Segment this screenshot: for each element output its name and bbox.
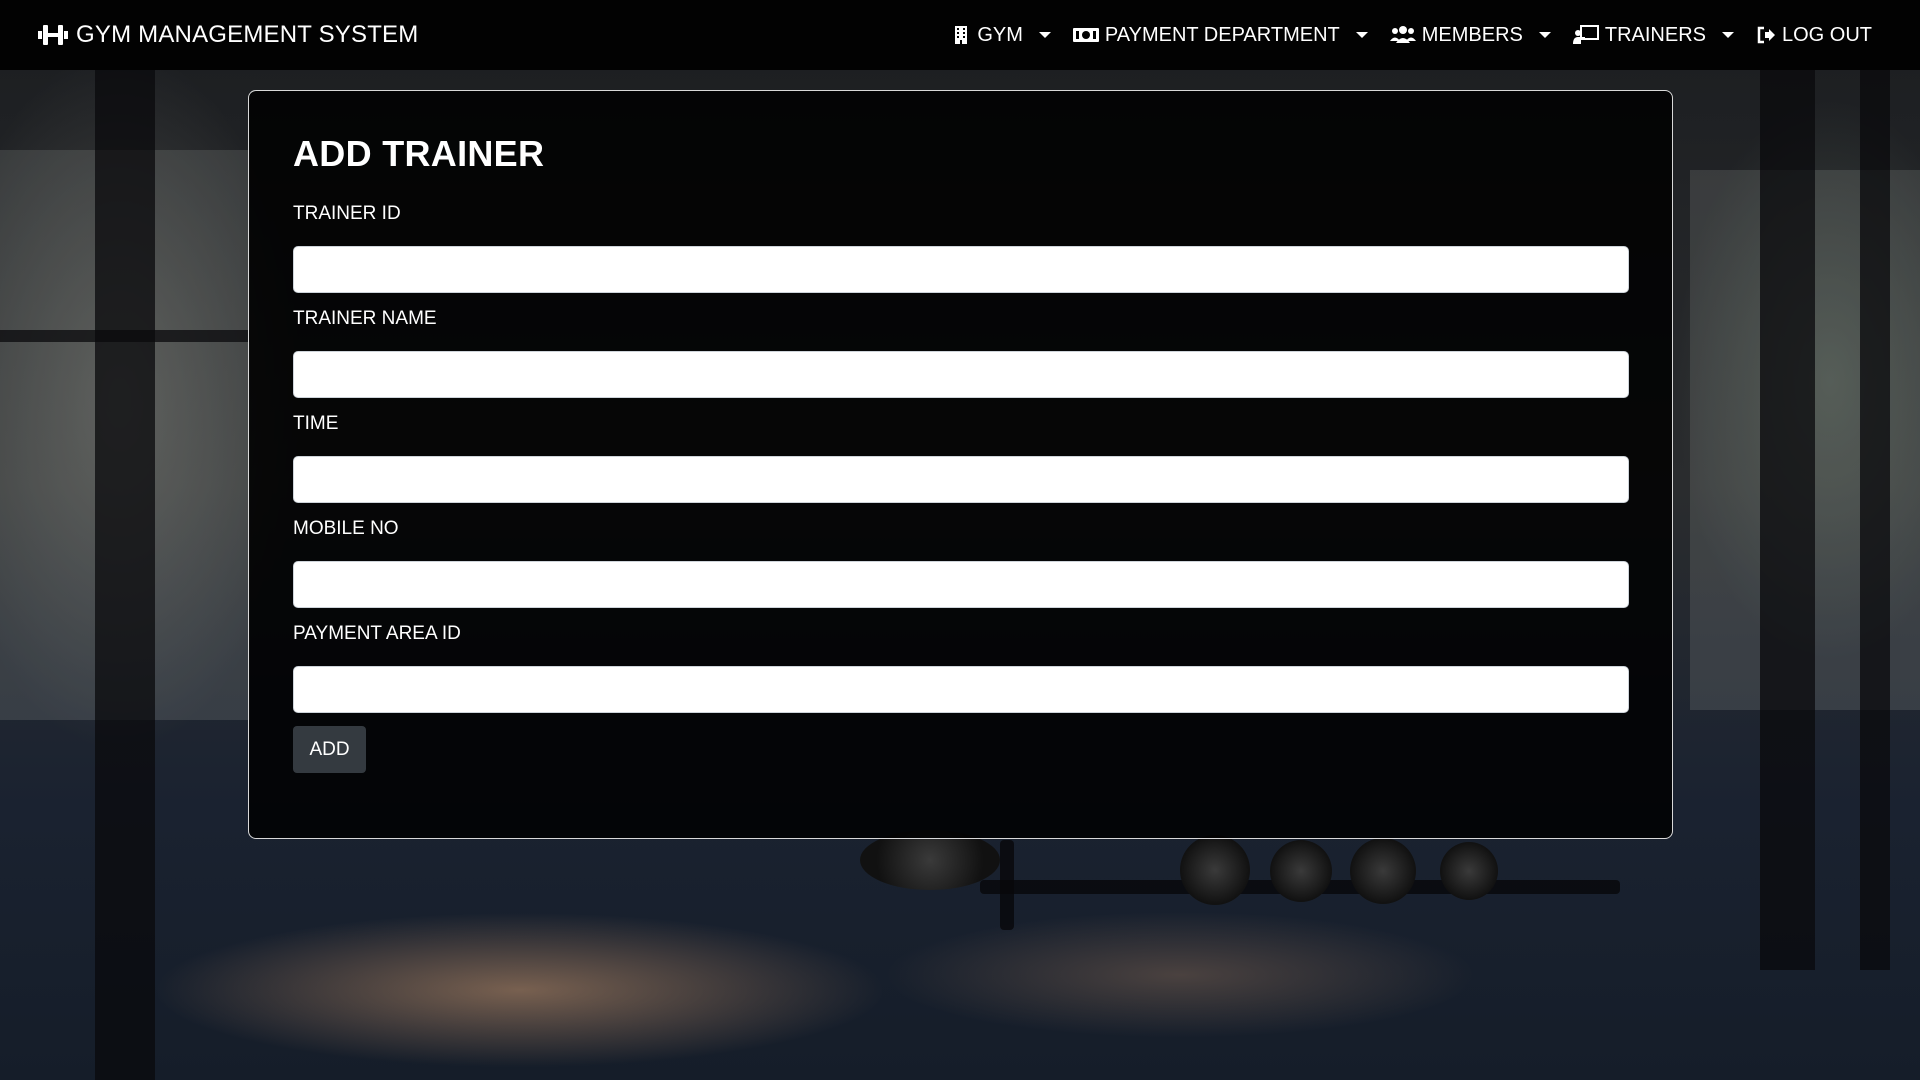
mobile-no-label: MOBILE NO <box>293 518 399 539</box>
chevron-down-icon <box>1538 32 1551 38</box>
nav-menu: GYM PAYMENT DEPARTMENT MEMBERS TRAINERS … <box>951 24 1872 47</box>
building-icon <box>955 26 968 44</box>
trainer-name-group: TRAINER NAME <box>293 308 1629 398</box>
nav-item-label: LOG OUT <box>1781 23 1872 46</box>
nav-item-label: GYM <box>977 23 1023 46</box>
nav-item-payment-department[interactable]: PAYMENT DEPARTMENT <box>1072 23 1368 47</box>
time-group: TIME <box>293 413 1629 503</box>
brand-title: GYM MANAGEMENT SYSTEM <box>76 21 419 48</box>
add-trainer-card: ADD TRAINER TRAINER ID TRAINER NAME TIME… <box>248 90 1673 839</box>
trainer-name-label: TRAINER NAME <box>293 308 437 329</box>
users-icon <box>1389 26 1416 43</box>
nav-item-label: TRAINERS <box>1604 23 1706 46</box>
chalkboard-teacher-icon <box>1572 25 1599 44</box>
payment-area-id-label: PAYMENT AREA ID <box>293 623 461 644</box>
nav-item-log-out[interactable]: LOG OUT <box>1756 24 1872 47</box>
brand-link[interactable]: GYM MANAGEMENT SYSTEM <box>38 21 418 49</box>
nav-item-gym[interactable]: GYM <box>951 24 1051 47</box>
mobile-no-group: MOBILE NO <box>293 518 1629 608</box>
trainer-id-input[interactable] <box>293 246 1629 293</box>
trainer-name-input[interactable] <box>293 351 1629 398</box>
dumbbell-icon <box>38 25 68 45</box>
trainer-id-group: TRAINER ID <box>293 203 1629 293</box>
chevron-down-icon <box>1355 32 1368 38</box>
chevron-down-icon <box>1721 32 1734 38</box>
trainer-id-label: TRAINER ID <box>293 203 401 224</box>
time-label: TIME <box>293 413 339 434</box>
payment-area-id-group: PAYMENT AREA ID <box>293 623 1629 713</box>
chevron-down-icon <box>1038 32 1051 38</box>
nav-item-label: MEMBERS <box>1421 23 1523 46</box>
page-title: ADD TRAINER <box>293 133 545 174</box>
time-input[interactable] <box>293 456 1629 503</box>
mobile-no-input[interactable] <box>293 561 1629 608</box>
nav-item-label: PAYMENT DEPARTMENT <box>1104 23 1340 46</box>
top-navbar: GYM MANAGEMENT SYSTEM GYM PAYMENT DEPART… <box>0 0 1920 70</box>
nav-item-members[interactable]: MEMBERS <box>1389 23 1551 47</box>
sign-out-icon <box>1757 26 1775 44</box>
add-button[interactable]: ADD <box>293 726 366 773</box>
money-bill-icon <box>1072 28 1099 42</box>
payment-area-id-input[interactable] <box>293 666 1629 713</box>
nav-item-trainers[interactable]: TRAINERS <box>1572 23 1734 47</box>
